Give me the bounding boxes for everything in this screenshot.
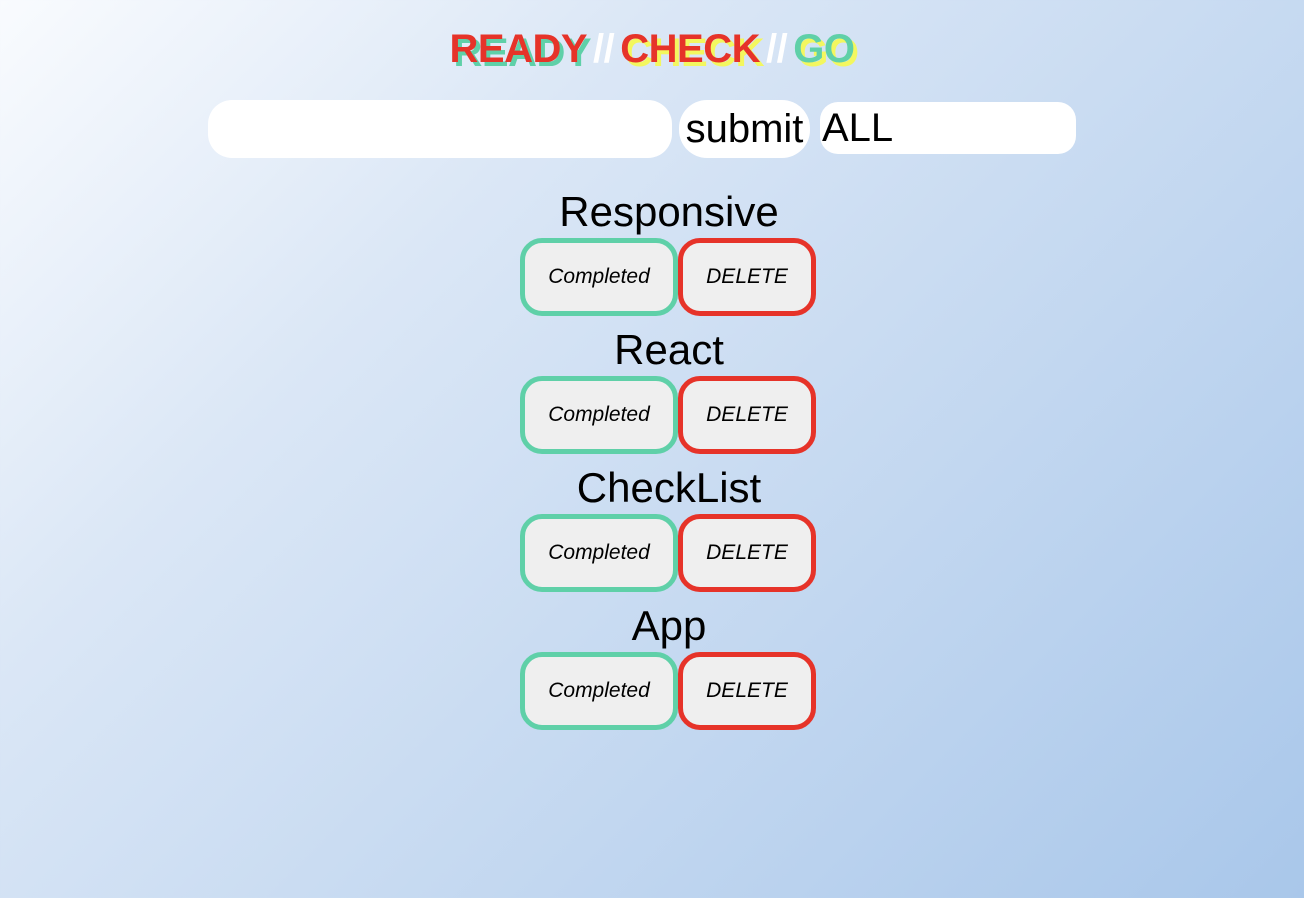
todo-item: CheckList Completed DELETE <box>0 462 1304 600</box>
title-word-ready: READY <box>449 27 588 71</box>
todo-item: App Completed DELETE <box>0 600 1304 738</box>
todo-text: Responsive <box>559 188 779 235</box>
title-word-check: CHECK <box>620 27 761 71</box>
todo-text: CheckList <box>576 464 762 511</box>
delete-button[interactable]: DELETE <box>678 652 816 730</box>
todo-input[interactable] <box>208 100 672 158</box>
submit-button[interactable]: submit <box>679 100 810 158</box>
delete-button[interactable]: DELETE <box>678 238 816 316</box>
title-word-go: GO <box>793 27 855 71</box>
todo-text: React <box>614 326 724 373</box>
complete-button[interactable]: Completed <box>520 238 678 316</box>
todo-text: App <box>631 602 707 649</box>
page-title: READY//CHECK//GO <box>0 26 1304 72</box>
filter-select[interactable]: ALL <box>820 102 1076 154</box>
todo-form: submit ALL <box>208 100 1078 158</box>
title-separator: // <box>766 27 788 71</box>
delete-button[interactable]: DELETE <box>678 514 816 592</box>
complete-button[interactable]: Completed <box>520 376 678 454</box>
title-separator: // <box>593 27 615 71</box>
todo-item: React Completed DELETE <box>0 324 1304 462</box>
delete-button[interactable]: DELETE <box>678 376 816 454</box>
complete-button[interactable]: Completed <box>520 514 678 592</box>
todo-list: Responsive Completed DELETE React Comple… <box>0 186 1304 738</box>
todo-item: Responsive Completed DELETE <box>0 186 1304 324</box>
complete-button[interactable]: Completed <box>520 652 678 730</box>
